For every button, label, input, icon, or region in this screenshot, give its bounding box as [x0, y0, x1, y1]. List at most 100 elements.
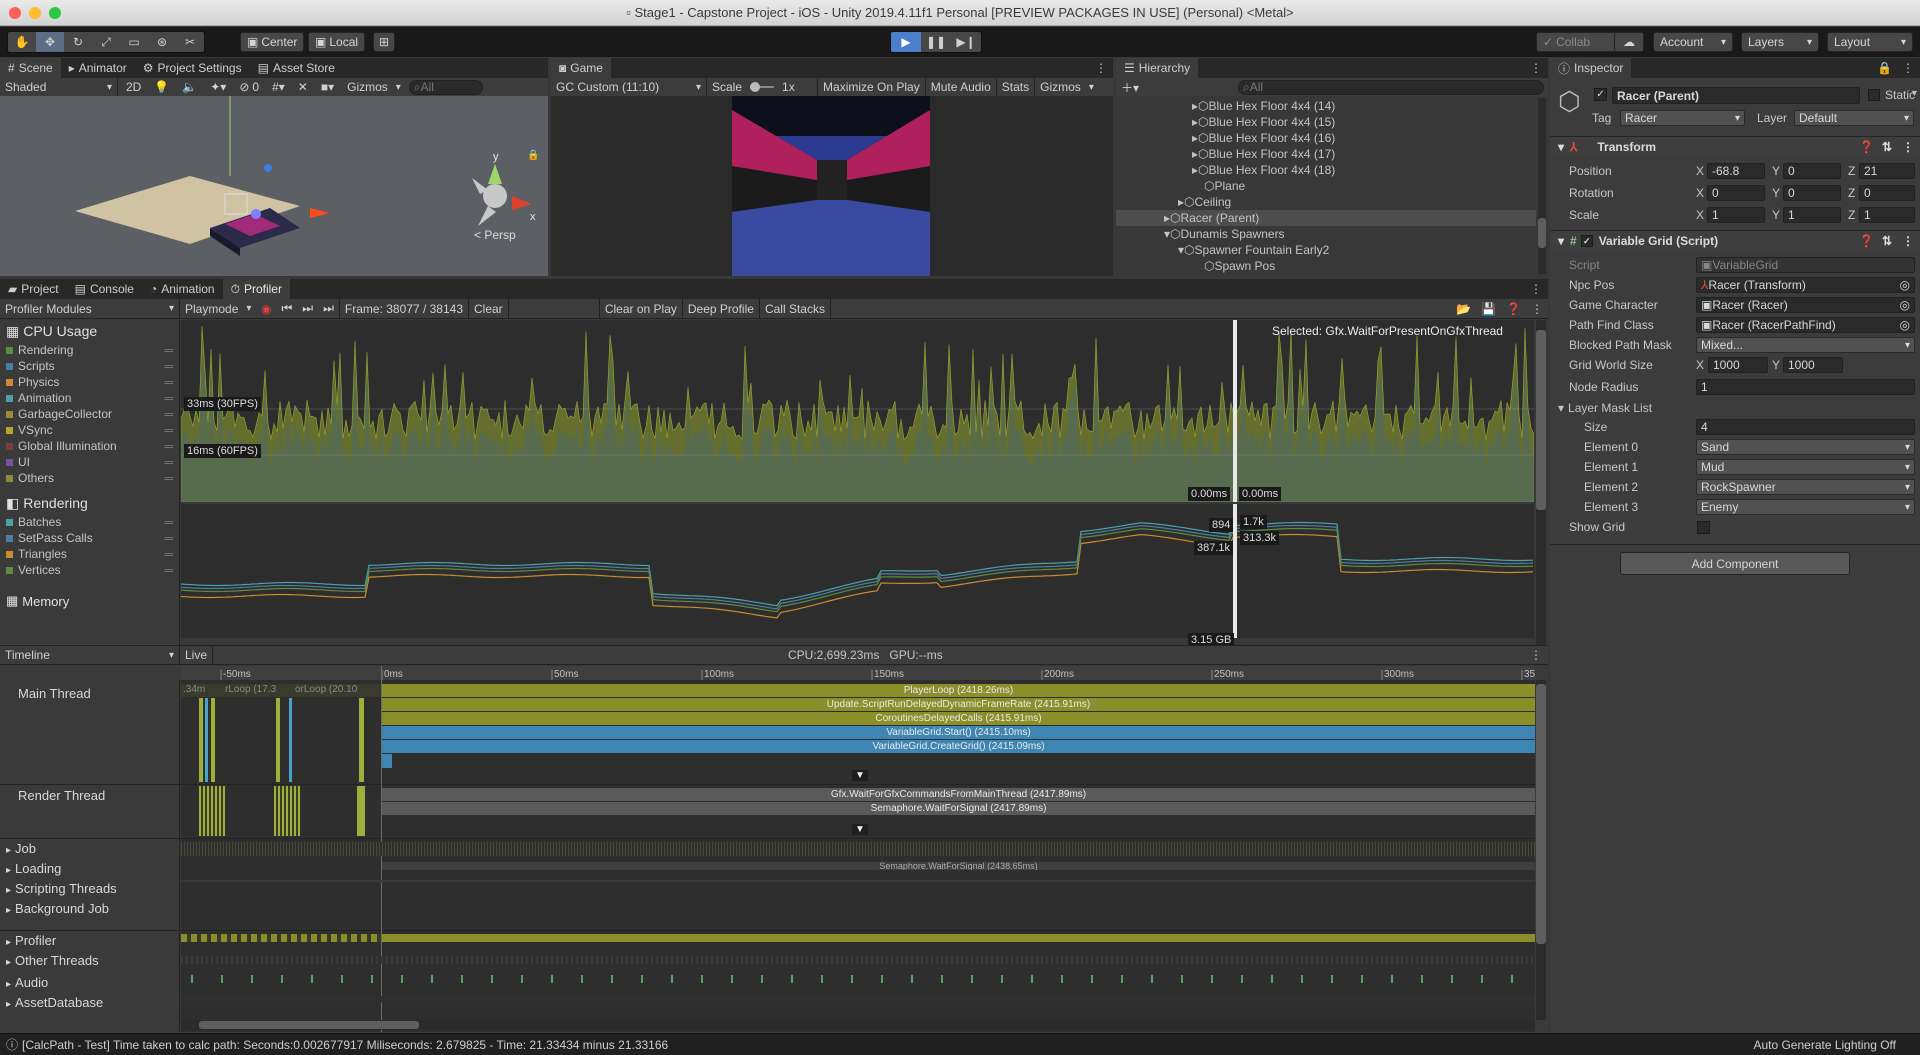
timeline-menu-icon[interactable]: ⋮ [1524, 648, 1548, 662]
cpu-legend-item[interactable]: Global Illumination ═ [6, 438, 179, 454]
game-gizmos-toggle[interactable]: Gizmos [1034, 78, 1099, 96]
hierarchy-item-selected[interactable]: ▸ ⬡ Racer (Parent) [1116, 210, 1536, 226]
drag-handle-icon[interactable]: ═ [164, 471, 179, 485]
account-dropdown[interactable]: Account [1653, 32, 1733, 52]
thread-main[interactable]: Main Thread [0, 686, 180, 701]
rect-tool-icon[interactable]: ▭ [120, 32, 148, 52]
layout-dropdown[interactable]: Layout [1827, 32, 1913, 52]
thread-job[interactable]: ▸ Job [0, 841, 180, 856]
drag-handle-icon[interactable]: ═ [164, 455, 179, 469]
cpu-usage-chart[interactable] [181, 320, 1534, 502]
cpu-legend-item[interactable]: UI ═ [6, 454, 179, 470]
tab-scene[interactable]: # Scene [0, 58, 61, 78]
profiler-thread-prev[interactable] [181, 934, 381, 942]
previous-render-blocks[interactable] [181, 786, 381, 836]
call-stacks-toggle[interactable]: Call Stacks [758, 298, 831, 319]
tag-dropdown[interactable]: Racer [1620, 110, 1745, 126]
other-threads-activity[interactable] [181, 956, 1535, 964]
expand-arrow-icon[interactable]: ▸ [6, 957, 11, 968]
inspector-lock-icon[interactable]: 🔒 [1873, 58, 1896, 78]
lighting-status[interactable]: Auto Generate Lighting Off [1753, 1038, 1920, 1052]
element-0-dropdown[interactable]: Sand [1696, 439, 1915, 455]
drag-handle-icon[interactable]: ═ [164, 563, 179, 577]
scene-gizmos-dropdown[interactable]: Gizmos [342, 78, 406, 96]
position-y-field[interactable]: 0 [1783, 163, 1841, 179]
hierarchy-item[interactable]: ▸ ⬡ Blue Hex Floor 4x4 (18) [1116, 162, 1536, 178]
stats-toggle[interactable]: Stats [995, 78, 1034, 96]
first-frame-icon[interactable]: ⏮ [276, 299, 297, 319]
component-menu-icon[interactable]: ⋮ [1896, 234, 1920, 248]
lock-icon[interactable]: 🔒 [527, 149, 539, 161]
live-toggle[interactable]: Live [180, 645, 214, 665]
tab-hierarchy[interactable]: ☰ Hierarchy [1116, 58, 1199, 78]
hierarchy-item[interactable]: ▸ ⬡ Blue Hex Floor 4x4 (15) [1116, 114, 1536, 130]
expand-thread-chevron-icon[interactable]: ▼ [852, 770, 868, 781]
next-frame-icon[interactable]: ⏭ [297, 299, 318, 319]
npc-pos-field[interactable]: ⅄ Racer (Transform) ◎ [1696, 277, 1915, 293]
inspector-menu-icon[interactable]: ⋮ [1896, 58, 1920, 78]
grid-snap-button[interactable]: ⊞ [373, 32, 395, 52]
timeline-ruler[interactable]: -50ms 0ms 50ms 100ms 150ms 200ms 250ms 300ms 350… [181, 666, 1535, 680]
hierarchy-item[interactable]: ⬡ Spawn Pos [1116, 258, 1536, 274]
expand-arrow-icon[interactable]: ▸ [6, 865, 11, 876]
game-viewport[interactable] [732, 96, 930, 276]
thread-other[interactable]: ▸ Other Threads [0, 953, 180, 968]
drag-handle-icon[interactable]: ═ [164, 547, 179, 561]
preset-icon[interactable]: ⇅ [1878, 140, 1896, 154]
drag-handle-icon[interactable]: ═ [164, 359, 179, 373]
show-grid-checkbox[interactable] [1697, 521, 1710, 534]
rendering-legend-item[interactable]: Batches ═ [6, 514, 179, 530]
thread-background-job[interactable]: ▸ Background Job [0, 901, 180, 916]
save-icon[interactable]: 💾 [1476, 299, 1501, 319]
camera-icon[interactable]: ■▾ [316, 78, 339, 96]
marker-variablegrid-creategrid[interactable]: VariableGrid.CreateGrid() (2415.09ms) [382, 740, 1535, 753]
record-button[interactable]: ◉ [256, 299, 276, 319]
transform-tool-icon[interactable]: ⊛ [148, 32, 176, 52]
rendering-chart[interactable] [181, 504, 1534, 638]
rotation-z-field[interactable]: 0 [1859, 185, 1915, 201]
shading-dropdown[interactable]: Shaded [0, 78, 118, 96]
scale-y-field[interactable]: 1 [1783, 207, 1841, 223]
hierarchy-menu-icon[interactable]: ⋮ [1524, 58, 1548, 78]
tab-game[interactable]: ◙ Game [551, 58, 611, 78]
cpu-legend-item[interactable]: Rendering ═ [6, 342, 179, 358]
step-button[interactable]: ▶❙ [951, 32, 981, 52]
previous-frame-blocks[interactable]: .34m rLoop (17.3 orLoop (20.10 [181, 684, 381, 782]
cpu-legend-item[interactable]: GarbageCollector ═ [6, 406, 179, 422]
tab-project-settings[interactable]: ⚙ Project Settings [135, 58, 250, 78]
scale-z-field[interactable]: 1 [1859, 207, 1915, 223]
collapse-arrow-icon[interactable]: ▾ [1550, 140, 1570, 154]
drag-handle-icon[interactable]: ═ [164, 343, 179, 357]
play-button[interactable]: ▶ [891, 32, 921, 52]
tools-icon[interactable]: ✕ [293, 78, 313, 96]
timeline-horizontal-scrollbar[interactable] [181, 1020, 1535, 1030]
profiler-tab-menu-icon[interactable]: ⋮ [1524, 279, 1548, 299]
rendering-legend-item[interactable]: Vertices ═ [6, 562, 179, 578]
tab-inspector[interactable]: ⓘ Inspector [1550, 58, 1632, 78]
thread-render[interactable]: Render Thread [0, 788, 180, 803]
drag-handle-icon[interactable]: ═ [164, 531, 179, 545]
custom-tool-icon[interactable]: ✂ [176, 32, 204, 52]
pivot-local-toggle[interactable]: ▣ Local [308, 32, 366, 52]
expand-arrow-icon[interactable]: ▸ [6, 845, 11, 856]
expand-arrow-icon[interactable]: ▸ [6, 905, 11, 916]
hierarchy-item[interactable]: ▸ ⬡ Blue Hex Floor 4x4 (14) [1116, 98, 1536, 114]
marker-loading-semaphore[interactable]: Semaphore.WaitForSignal (2438.65ms) [382, 862, 1535, 870]
grid-icon[interactable]: #▾ [267, 78, 290, 96]
hierarchy-item[interactable]: ▾ ⬡ Dunamis Spawners [1116, 226, 1536, 242]
layers-dropdown[interactable]: Layers [1741, 32, 1819, 52]
tab-animator[interactable]: ▸ Animator [61, 58, 135, 78]
layer-dropdown[interactable]: Default [1794, 110, 1914, 126]
timeline-vertical-scrollbar[interactable] [1536, 680, 1546, 1020]
tab-asset-store[interactable]: ▤ Asset Store [250, 58, 343, 78]
scale-x-field[interactable]: 1 [1707, 207, 1765, 223]
playmode-dropdown[interactable]: Playmode [180, 299, 256, 319]
layer-mask-list-foldout[interactable]: ▾ Layer Mask List [1558, 400, 1652, 416]
job-thread-activity[interactable] [181, 842, 1535, 856]
maximize-on-play-toggle[interactable]: Maximize On Play [817, 78, 925, 96]
cpu-legend-item[interactable]: VSync ═ [6, 422, 179, 438]
effects-icon[interactable]: ✦▾ [205, 78, 231, 96]
object-picker-icon[interactable]: ◎ [1900, 278, 1910, 292]
move-tool-icon[interactable]: ✥ [36, 32, 64, 52]
hierarchy-item[interactable]: ▸ ⬡ Blue Hex Floor 4x4 (17) [1116, 146, 1536, 162]
